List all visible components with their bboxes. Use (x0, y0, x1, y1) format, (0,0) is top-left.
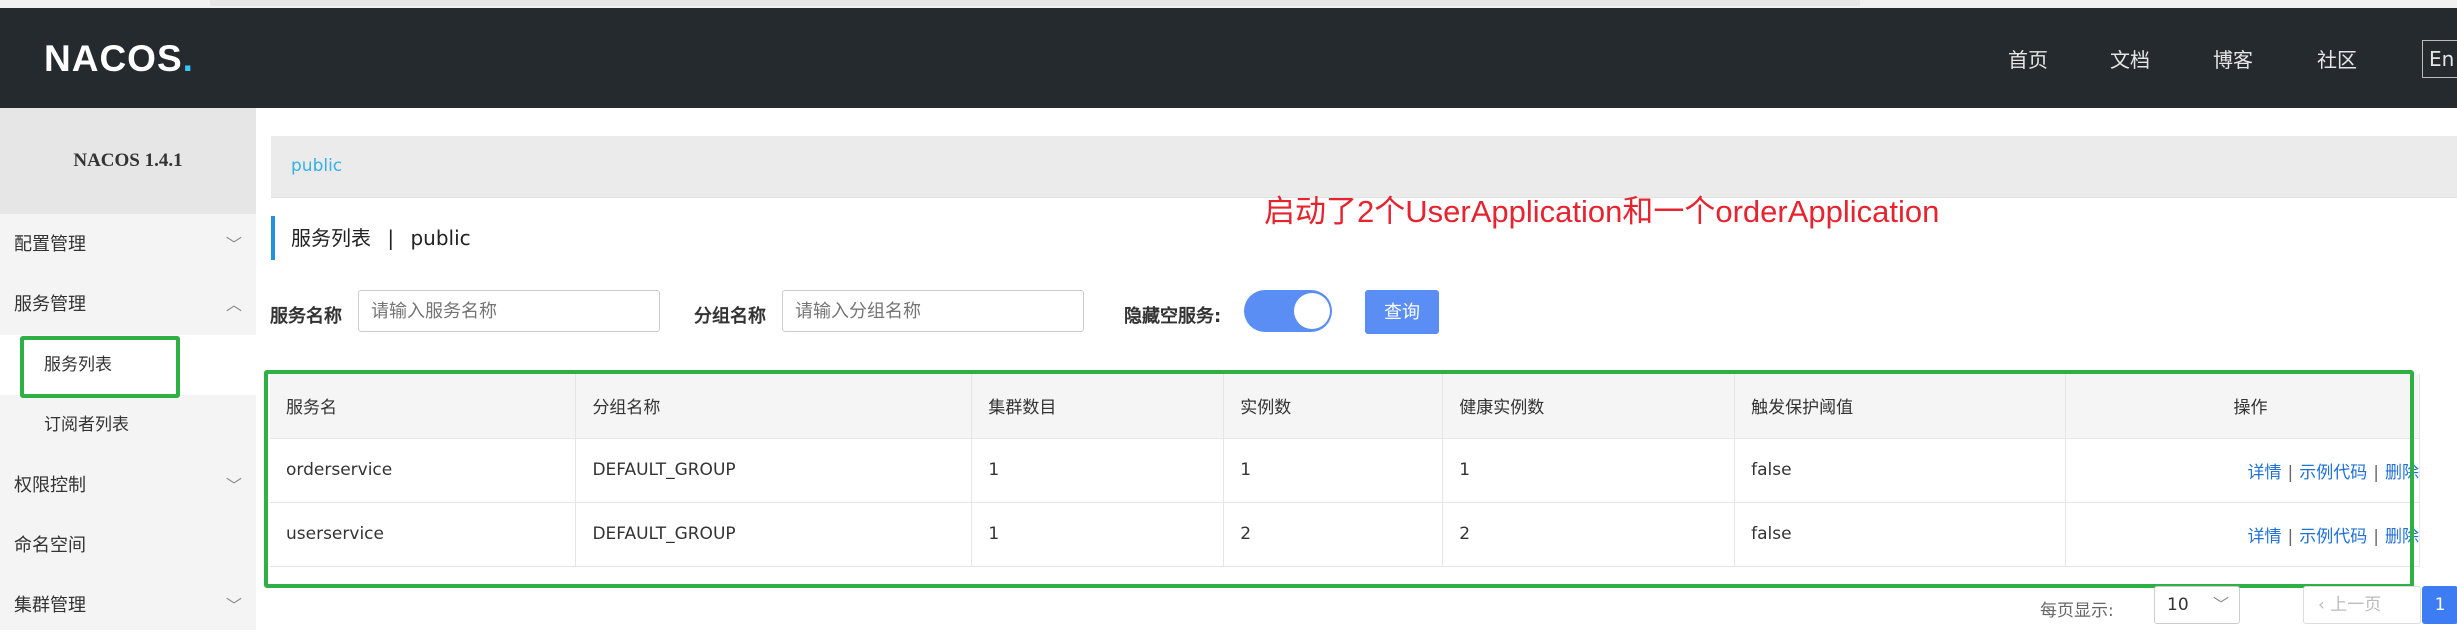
prev-page-button[interactable]: ‹ 上一页 (2303, 586, 2421, 624)
col-header-group-name: 分组名称 (575, 374, 973, 439)
nacos-logo[interactable]: NACOS. (44, 38, 194, 80)
per-page-label: 每页显示: (2040, 601, 2114, 621)
service-table-container: 服务名 分组名称 集群数目 实例数 健康实例数 触发保护阈值 操作 orders… (264, 370, 2420, 586)
chevron-down-icon: ﹀ (225, 235, 242, 254)
sidebar-item-label: 命名空间 (14, 535, 86, 556)
address-bar[interactable] (210, 0, 1860, 6)
chevron-down-icon: ﹀ (2212, 595, 2229, 614)
chevron-left-icon: ‹ (2318, 595, 2331, 615)
delete-link[interactable]: 删除 (2385, 463, 2419, 483)
cell-protect-threshold: false (1734, 502, 2067, 567)
prev-page-label: 上一页 (2330, 595, 2382, 615)
service-table: 服务名 分组名称 集群数目 实例数 健康实例数 触发保护阈值 操作 orders… (270, 374, 2420, 567)
nav-community-link[interactable]: 社区 (2317, 44, 2357, 73)
hide-empty-label: 隐藏空服务: (1124, 306, 1222, 327)
nav-blog-link[interactable]: 博客 (2213, 44, 2253, 73)
cell-actions: 详情 | 示例代码 | 删除 (2065, 502, 2420, 567)
cell-healthy-count: 1 (1442, 438, 1736, 503)
nav-docs-link[interactable]: 文档 (2110, 44, 2150, 73)
sidebar-item-namespace[interactable]: 命名空间 (0, 516, 256, 576)
title-separator: | (387, 226, 395, 250)
sidebar-item-service-mgmt[interactable]: 服务管理 ︿ (0, 275, 256, 335)
sidebar-item-cluster[interactable]: 集群管理 ﹀ (0, 576, 256, 636)
browser-chrome (0, 0, 2457, 8)
sidebar-item-label: 配置管理 (14, 234, 86, 255)
page-title-namespace: public (410, 226, 471, 250)
sample-code-link[interactable]: 示例代码 (2299, 527, 2367, 547)
sidebar-item-label: 权限控制 (14, 475, 86, 496)
namespace-public-link[interactable]: public (291, 156, 342, 176)
page-size-select[interactable]: 10 ﹀ (2154, 586, 2240, 624)
col-header-cluster-count: 集群数目 (971, 374, 1225, 439)
nav-home-link[interactable]: 首页 (2008, 44, 2048, 73)
table-header-row: 服务名 分组名称 集群数目 实例数 健康实例数 触发保护阈值 操作 (270, 374, 2420, 439)
service-name-input[interactable] (358, 290, 660, 332)
sidebar-item-label: 集群管理 (14, 595, 86, 616)
highlight-box-service-list (20, 336, 180, 398)
table-row: orderservice DEFAULT_GROUP 1 1 1 false 详… (270, 438, 2420, 503)
col-header-healthy-count: 健康实例数 (1442, 374, 1736, 439)
cell-cluster-count: 1 (971, 438, 1225, 503)
page-number-button[interactable]: 1 (2422, 586, 2457, 624)
cell-service-name: orderservice (270, 438, 577, 503)
details-link[interactable]: 详情 (2248, 463, 2282, 483)
chevron-up-icon: ︿ (225, 295, 242, 314)
main-content: public 启动了2个UserApplication和一个orderAppli… (256, 108, 2457, 630)
col-header-actions: 操作 (2065, 374, 2420, 439)
sidebar-item-label: 服务管理 (14, 294, 86, 315)
table-row: userservice DEFAULT_GROUP 1 2 2 false 详情… (270, 502, 2420, 567)
col-header-protect-threshold: 触发保护阈值 (1734, 374, 2067, 439)
cell-service-name: userservice (270, 502, 577, 567)
col-header-instance-count: 实例数 (1223, 374, 1444, 439)
cell-group-name: DEFAULT_GROUP (575, 438, 973, 503)
version-label: NACOS 1.4.1 (0, 108, 256, 214)
service-name-label: 服务名称 (270, 306, 342, 327)
toggle-knob (1294, 293, 1330, 329)
sidebar-item-access-control[interactable]: 权限控制 ﹀ (0, 456, 256, 516)
cell-actions: 详情 | 示例代码 | 删除 (2065, 438, 2420, 503)
sidebar-item-subscribers[interactable]: 订阅者列表 (0, 395, 256, 455)
page-title-text: 服务列表 (291, 226, 371, 250)
page-title: 服务列表 | public (271, 216, 471, 260)
cell-instance-count: 2 (1223, 502, 1444, 567)
chevron-down-icon: ﹀ (225, 596, 242, 615)
cell-instance-count: 1 (1223, 438, 1444, 503)
action-separator: | (2287, 526, 2294, 547)
page-size-value: 10 (2167, 595, 2189, 615)
annotation-text: 启动了2个UserApplication和一个orderApplication (1264, 194, 1940, 229)
cell-cluster-count: 1 (971, 502, 1225, 567)
sample-code-link[interactable]: 示例代码 (2299, 463, 2367, 483)
group-name-label: 分组名称 (694, 306, 766, 327)
chevron-down-icon: ﹀ (225, 476, 242, 495)
delete-link[interactable]: 删除 (2385, 527, 2419, 547)
language-switch-button[interactable]: En (2422, 40, 2457, 78)
col-header-service-name: 服务名 (270, 374, 577, 439)
top-navbar: NACOS. 首页 文档 博客 社区 En (0, 8, 2457, 108)
action-separator: | (2373, 462, 2379, 483)
cell-protect-threshold: false (1734, 438, 2067, 503)
hide-empty-toggle[interactable] (1244, 290, 1332, 332)
sidebar-item-config[interactable]: 配置管理 ﹀ (0, 215, 256, 275)
cell-group-name: DEFAULT_GROUP (575, 502, 973, 567)
action-separator: | (2373, 526, 2379, 547)
query-button[interactable]: 查询 (1365, 290, 1439, 334)
sidebar-item-label: 订阅者列表 (44, 415, 129, 435)
logo-text: NACOS (44, 38, 183, 79)
group-name-input[interactable] (782, 290, 1084, 332)
cell-healthy-count: 2 (1442, 502, 1736, 567)
logo-dot: . (182, 38, 194, 79)
action-separator: | (2287, 462, 2294, 483)
details-link[interactable]: 详情 (2248, 527, 2282, 547)
